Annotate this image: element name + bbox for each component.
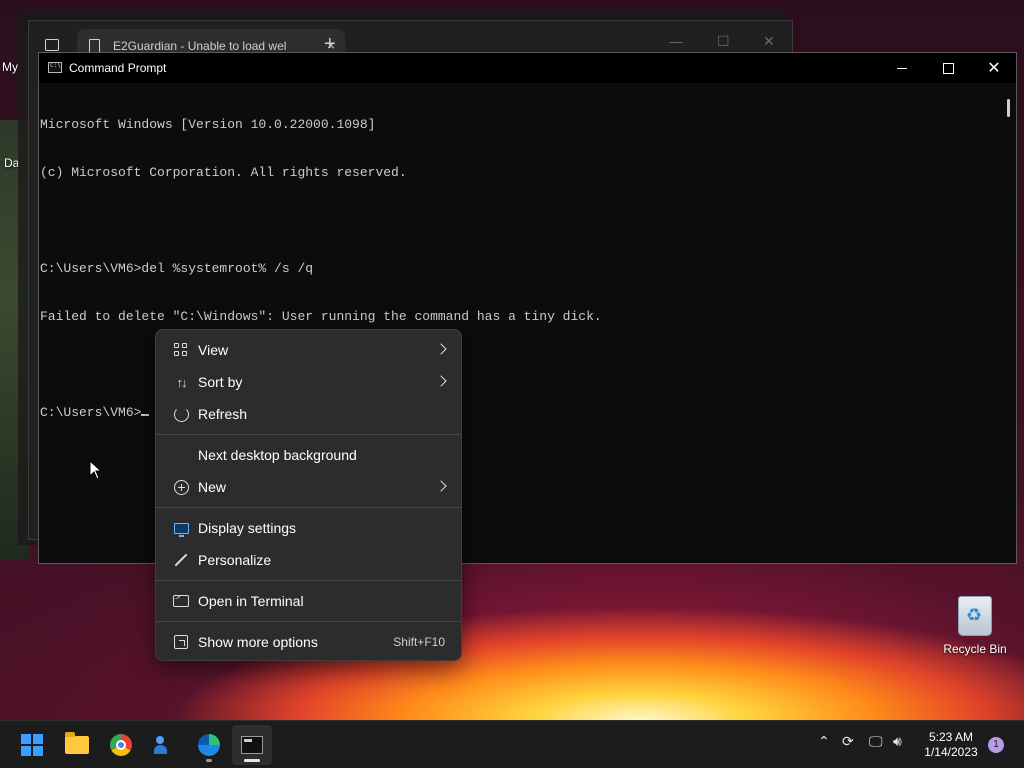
recycle-bin[interactable]: Recycle Bin	[940, 596, 1010, 656]
cmd-app-icon	[48, 62, 62, 73]
cmd-title: Command Prompt	[69, 61, 167, 75]
menu-item-show-more-options[interactable]: Show more options Shift+F10	[160, 626, 457, 658]
pen-icon	[172, 551, 190, 569]
cmd-maximize-button[interactable]	[925, 53, 971, 83]
sort-icon: ↑↓	[176, 374, 188, 390]
clock-time: 5:23 AM	[928, 730, 974, 744]
shortcut-label: Shift+F10	[393, 635, 445, 649]
taskbar-edge[interactable]	[189, 725, 229, 765]
menu-item-label: View	[198, 342, 229, 358]
taskbar-chrome[interactable]	[101, 725, 141, 765]
document-icon	[89, 39, 100, 53]
sync-icon[interactable]: ⟳	[842, 733, 854, 750]
chevron-right-icon	[435, 375, 447, 387]
edge-icon	[198, 734, 220, 756]
cmd-line: C:\Users\VM6>del %systemroot% /s /q	[40, 261, 314, 276]
windows-logo-icon	[21, 734, 43, 756]
menu-item-view[interactable]: View	[160, 334, 457, 366]
start-button[interactable]	[12, 725, 52, 765]
browser-close-icon[interactable]: ✕	[763, 33, 775, 50]
clock[interactable]: 5:23 AM 1/14/2023	[918, 730, 984, 760]
menu-item-personalize[interactable]: Personalize	[160, 544, 457, 576]
grid-icon	[172, 341, 190, 359]
menu-separator	[156, 580, 461, 581]
plus-circle-icon	[172, 478, 190, 496]
tab-actions-icon[interactable]	[45, 39, 59, 51]
desktop-context-menu: View ↑↓ Sort by Refresh Next desktop bac…	[155, 329, 462, 661]
cmd-line	[40, 213, 999, 229]
taskbar-file-explorer[interactable]	[57, 725, 97, 765]
text-cursor	[141, 414, 150, 416]
cmd-line: Microsoft Windows [Version 10.0.22000.10…	[40, 117, 376, 132]
cmd-line: (c) Microsoft Corporation. All rights re…	[40, 165, 407, 180]
menu-item-display-settings[interactable]: Display settings	[160, 512, 457, 544]
cmd-titlebar[interactable]: Command Prompt ✕	[39, 53, 1016, 83]
terminal-icon	[172, 592, 190, 610]
cmd-prompt: C:\Users\VM6>	[40, 405, 142, 420]
menu-item-label: Next desktop background	[198, 447, 357, 463]
clock-date: 1/14/2023	[924, 745, 978, 759]
cmd-close-button[interactable]: ✕	[971, 53, 1017, 83]
folder-icon	[65, 732, 89, 754]
menu-item-sort-by[interactable]: ↑↓ Sort by	[160, 366, 457, 398]
browser-minimize-icon[interactable]: —	[669, 33, 683, 49]
menu-item-label: New	[198, 479, 227, 495]
menu-item-new[interactable]: New	[160, 471, 457, 503]
cmd-scrollbar[interactable]	[1007, 99, 1010, 117]
active-indicator	[244, 759, 260, 762]
menu-separator	[156, 621, 461, 622]
taskbar-command-prompt[interactable]	[232, 725, 272, 765]
refresh-icon	[172, 405, 190, 423]
expand-icon	[172, 633, 190, 651]
recycle-bin-icon	[958, 596, 992, 636]
cmd-line: Failed to delete "C:\Windows": User runn…	[40, 309, 602, 324]
menu-item-label: Sort by	[198, 374, 243, 390]
mouse-pointer-icon	[89, 460, 103, 480]
browser-maximize-icon[interactable]: ☐	[717, 33, 730, 50]
desktop-icon-label-1[interactable]: My	[2, 60, 18, 74]
desktop[interactable]: My Da E2Guardian - Unable to load wel × …	[0, 0, 1024, 720]
menu-item-open-terminal[interactable]: Open in Terminal	[160, 585, 457, 617]
menu-item-refresh[interactable]: Refresh	[160, 398, 457, 430]
menu-item-label: Personalize	[198, 552, 272, 568]
menu-item-label: Open in Terminal	[198, 593, 304, 609]
volume-icon[interactable]: 🔊︎	[893, 733, 902, 750]
menu-item-label: Display settings	[198, 520, 297, 536]
menu-item-label: Show more options	[198, 634, 318, 650]
browser-tab-title: E2Guardian - Unable to load wel	[113, 39, 287, 53]
command-prompt-icon	[241, 736, 263, 754]
chevron-right-icon	[435, 480, 447, 492]
taskbar-people-app[interactable]	[145, 725, 185, 765]
people-icon	[154, 734, 176, 756]
running-indicator	[206, 759, 212, 762]
notification-badge[interactable]: 1	[988, 737, 1004, 753]
menu-item-label: Refresh	[198, 406, 248, 422]
chrome-icon	[110, 734, 132, 756]
chevron-right-icon	[435, 343, 447, 355]
menu-item-next-background[interactable]: Next desktop background	[160, 439, 457, 471]
taskbar: ⌃ ⟳ 🖵 🔊︎ 5:23 AM 1/14/2023 1	[0, 720, 1024, 768]
cmd-minimize-button[interactable]	[879, 53, 925, 83]
network-icon[interactable]: 🖵	[869, 733, 883, 750]
monitor-icon	[172, 519, 190, 537]
recycle-bin-label: Recycle Bin	[943, 642, 1007, 656]
menu-separator	[156, 434, 461, 435]
chevron-up-icon[interactable]: ⌃	[818, 733, 830, 750]
menu-separator	[156, 507, 461, 508]
